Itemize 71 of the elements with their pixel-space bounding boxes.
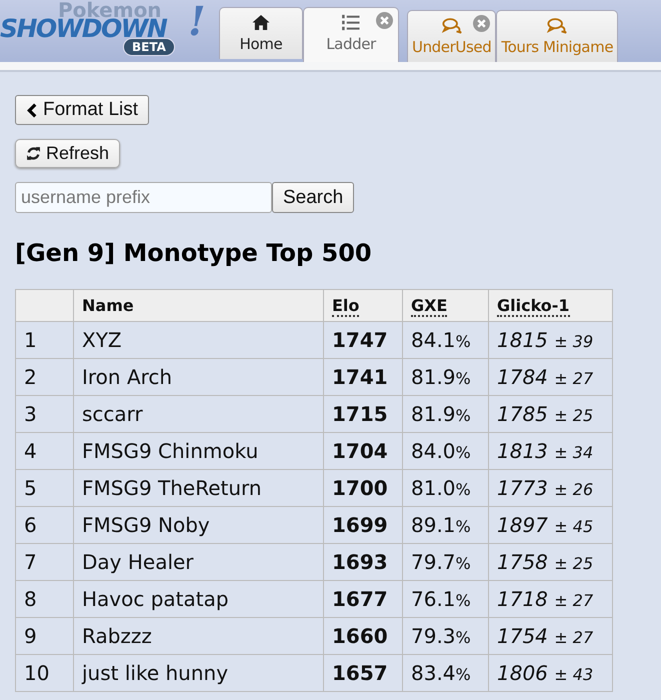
name-cell: FMSG9 Noby [74, 506, 324, 544]
chat-icon [442, 17, 462, 34]
name-cell: Day Healer [74, 544, 324, 580]
glicko-cell: 1785 ± 25 [488, 396, 612, 432]
gxe-cell: 76.1% [402, 580, 488, 618]
name-cell: Havoc patatap [74, 580, 324, 618]
rank-cell: 4 [16, 432, 74, 470]
glicko-cell: 1897 ± 45 [488, 506, 612, 544]
glicko-cell: 1815 ± 39 [488, 322, 612, 358]
glicko-cell: 1806 ± 43 [488, 654, 612, 692]
name-cell: FMSG9 Chinmoku [74, 432, 324, 470]
username-search-field[interactable]: username prefix [15, 182, 272, 213]
rank-cell: 6 [16, 506, 74, 544]
elo-cell: 1693 [324, 544, 402, 580]
logo-mark: ! [188, 2, 206, 42]
ladder-title: [Gen 9] Monotype Top 500 [15, 239, 372, 269]
tab[interactable]: Ladder [303, 7, 399, 62]
glicko-cell: 1813 ± 34 [488, 432, 612, 470]
column-header: GXE [402, 290, 488, 322]
column-header: Elo [324, 290, 402, 322]
chat-icon [547, 17, 568, 34]
gxe-cell: 84.1% [402, 322, 488, 358]
rank-cell: 3 [16, 396, 74, 432]
glicko-cell: 1718 ± 27 [488, 580, 612, 618]
name-cell: sccarr [74, 396, 324, 432]
beta-badge: BETA [123, 38, 175, 56]
close-icon[interactable] [376, 12, 393, 29]
name-cell: Rabzzz [74, 618, 324, 654]
gxe-cell: 81.9% [402, 358, 488, 396]
numbered-list-icon [341, 14, 361, 31]
gxe-cell: 84.0% [402, 432, 488, 470]
glicko-cell: 1784 ± 27 [488, 358, 612, 396]
elo-cell: 1657 [324, 654, 402, 692]
rank-cell: 7 [16, 544, 74, 580]
name-cell: FMSG9 TheReturn [74, 470, 324, 506]
rank-cell: 5 [16, 470, 74, 506]
elo-cell: 1677 [324, 580, 402, 618]
elo-cell: 1700 [324, 470, 402, 506]
name-cell: Iron Arch [74, 358, 324, 396]
glicko-cell: 1773 ± 26 [488, 470, 612, 506]
elo-cell: 1704 [324, 432, 402, 470]
gxe-cell: 79.7% [402, 544, 488, 580]
refresh-icon [26, 146, 41, 161]
column-header: Name [74, 290, 324, 322]
glicko-cell: 1758 ± 25 [488, 544, 612, 580]
refresh-button[interactable]: Refresh [15, 139, 120, 168]
gxe-cell: 79.3% [402, 618, 488, 654]
elo-cell: 1660 [324, 618, 402, 654]
rank-cell: 9 [16, 618, 74, 654]
gxe-cell: 81.9% [402, 396, 488, 432]
gxe-cell: 81.0% [402, 470, 488, 506]
glicko-cell: 1754 ± 27 [488, 618, 612, 654]
column-header: Glicko-1 [488, 290, 612, 322]
search-button[interactable]: Search [272, 182, 354, 213]
rank-cell: 8 [16, 580, 74, 618]
close-icon[interactable] [473, 15, 490, 32]
rank-cell: 2 [16, 358, 74, 396]
name-cell: XYZ [74, 322, 324, 358]
name-cell: just like hunny [74, 654, 324, 692]
elo-cell: 1699 [324, 506, 402, 544]
home-icon [251, 14, 271, 31]
tab[interactable]: Home [219, 7, 303, 59]
gxe-cell: 89.1% [402, 506, 488, 544]
chevron-left-icon [26, 102, 38, 118]
rank-cell: 1 [16, 322, 74, 358]
gxe-cell: 83.4% [402, 654, 488, 692]
format-list-button[interactable]: Format List [15, 95, 150, 125]
rank-cell: 10 [16, 654, 74, 692]
elo-cell: 1741 [324, 358, 402, 396]
elo-cell: 1715 [324, 396, 402, 432]
elo-cell: 1747 [324, 322, 402, 358]
